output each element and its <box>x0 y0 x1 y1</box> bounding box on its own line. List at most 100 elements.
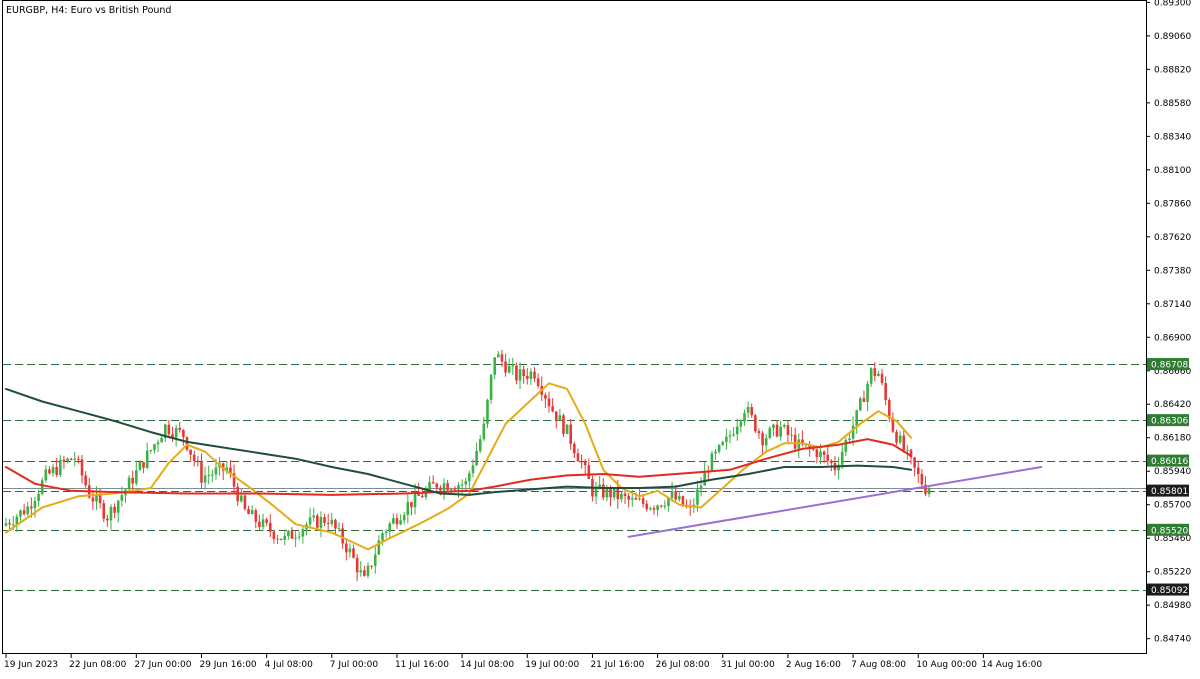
bear-candle <box>880 373 884 384</box>
bear-candle <box>576 453 580 462</box>
bear-candle <box>363 570 366 576</box>
bull-candle <box>319 517 323 528</box>
bull-candle <box>764 437 768 446</box>
bull-candle <box>670 491 674 498</box>
bull-candle <box>399 520 402 525</box>
bear-candle <box>525 375 529 379</box>
bear-candle <box>439 487 442 491</box>
bull-candle <box>297 536 301 538</box>
bear-candle <box>30 506 33 509</box>
bear-candle <box>243 495 247 509</box>
bull-candle <box>301 529 305 537</box>
bear-candle <box>77 458 80 460</box>
bull-candle <box>95 495 98 502</box>
y-tick-label: 0.89060 <box>1154 32 1191 42</box>
bull-candle <box>373 554 377 566</box>
bear-candle <box>826 454 830 461</box>
bear-candle <box>254 510 258 522</box>
y-tick-label: 0.85220 <box>1154 568 1191 578</box>
time-axis[interactable]: 19 Jun 2023 22 Jun 08:00 27 Jun 00:00 29 Ju… <box>4 654 1042 670</box>
price-axis[interactable]: 0.89300 0.89060 0.88820 0.88580 0.88340 0.881… <box>1146 0 1191 645</box>
bull-candle <box>138 461 142 471</box>
bull-candle <box>710 453 714 472</box>
y-tick-label: 0.87860 <box>1154 199 1191 209</box>
bull-candle <box>721 442 725 445</box>
bear-candle <box>196 460 200 463</box>
bear-candle <box>533 371 536 379</box>
bull-candle <box>11 524 15 526</box>
bull-candle <box>240 495 243 502</box>
bull-candle <box>497 354 500 358</box>
bear-candle <box>815 449 819 458</box>
bull-candle <box>156 442 160 445</box>
bear-candle <box>446 483 449 491</box>
y-tick-label: 0.88340 <box>1154 132 1191 142</box>
bull-candle <box>348 548 352 553</box>
y-tick-label: 0.84980 <box>1154 601 1191 611</box>
x-tick-label: 14 Jul 08:00 <box>460 660 514 670</box>
bear-candle <box>265 519 268 523</box>
bull-candle <box>529 371 533 379</box>
bull-candle <box>59 459 62 475</box>
bull-candle <box>558 415 562 422</box>
x-tick-label: 7 Jul 00:00 <box>330 660 379 670</box>
bull-candle <box>866 383 869 402</box>
bull-candle <box>471 465 475 474</box>
bear-candle <box>544 394 547 399</box>
price-label-text: 0.85520 <box>1151 526 1188 536</box>
bull-candle <box>663 505 667 507</box>
bear-candle <box>754 415 757 432</box>
bear-candle <box>200 462 203 483</box>
plot-frame <box>2 0 1147 654</box>
bull-candle <box>44 469 48 481</box>
bull-candle <box>109 506 113 521</box>
bull-candle <box>743 412 746 422</box>
bull-candle <box>735 426 739 435</box>
bull-candle <box>116 500 120 513</box>
bull-candle <box>840 451 844 465</box>
x-tick-label: 11 Jul 16:00 <box>395 660 449 670</box>
y-tick-label: 0.87140 <box>1154 300 1191 310</box>
bear-candle <box>873 368 877 377</box>
bull-candle <box>428 482 431 490</box>
chart-title: EURGBP, H4: Euro vs British Pound <box>6 5 171 16</box>
bear-candle <box>80 459 84 476</box>
x-tick-label: 2 Aug 16:00 <box>786 660 841 670</box>
bear-candle <box>634 498 638 500</box>
bull-candle <box>678 496 681 500</box>
bull-candle <box>768 428 772 438</box>
bull-candle <box>772 424 775 429</box>
bull-candle <box>489 374 493 400</box>
bear-candle <box>504 361 507 373</box>
bear-candle <box>822 451 826 455</box>
bull-candle <box>714 451 717 454</box>
bear-candle <box>830 460 833 463</box>
bull-candle <box>844 440 848 452</box>
bull-candle <box>656 505 659 510</box>
price-label-text: 0.85801 <box>1151 487 1188 497</box>
y-tick-label: 0.88820 <box>1154 65 1191 75</box>
bull-candle <box>732 434 735 436</box>
bear-candle <box>272 531 276 539</box>
bull-candle <box>638 498 641 500</box>
price-chart[interactable]: 0.89300 0.89060 0.88820 0.88580 0.88340 0.881… <box>0 0 1200 675</box>
chart-container: 0.89300 0.89060 0.88820 0.88580 0.88340 0.881… <box>0 0 1200 675</box>
bear-candle <box>573 444 576 454</box>
bull-candle <box>308 517 312 525</box>
bull-candle <box>214 467 218 475</box>
bear-candle <box>602 484 605 498</box>
bull-candle <box>927 487 931 495</box>
bull-candle <box>605 488 609 498</box>
bear-candle <box>316 515 319 528</box>
bull-candle <box>717 444 721 452</box>
bear-candle <box>862 398 866 402</box>
bull-candle <box>859 398 862 411</box>
x-tick-label: 29 Jun 16:00 <box>199 660 256 670</box>
bull-candle <box>276 538 279 540</box>
bull-candle <box>783 425 786 427</box>
bear-candle <box>515 365 518 381</box>
bear-candle <box>131 477 134 484</box>
bull-candle <box>135 470 138 484</box>
bull-candle <box>287 530 290 536</box>
bull-candle <box>392 518 395 524</box>
